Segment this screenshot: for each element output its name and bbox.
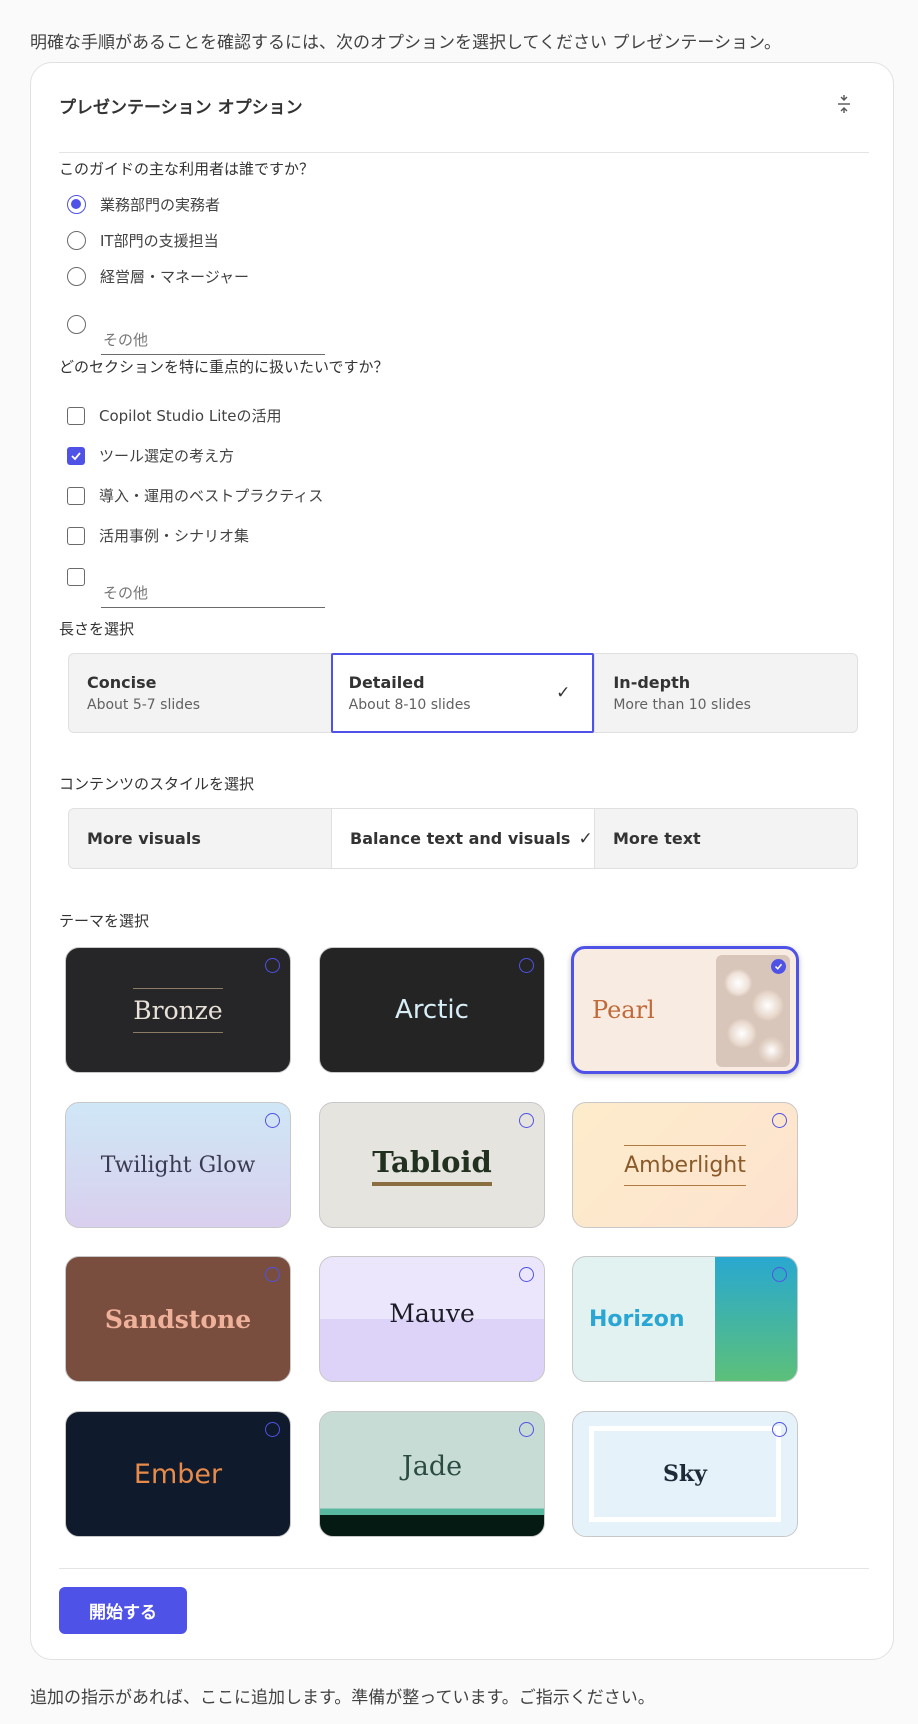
- option-label: ツール選定の考え方: [99, 447, 235, 465]
- checkbox[interactable]: [67, 568, 85, 586]
- theme-underline: [372, 1181, 492, 1186]
- style-option-balance[interactable]: Balance text and visuals ✓: [331, 809, 594, 868]
- checkbox[interactable]: [67, 406, 85, 425]
- length-option-label: In-depth: [613, 673, 691, 692]
- theme-radio[interactable]: [519, 1267, 534, 1282]
- checkbox[interactable]: [67, 526, 85, 545]
- theme-name: Horizon: [589, 1306, 685, 1332]
- theme-selected-icon[interactable]: [771, 959, 786, 974]
- radio-button[interactable]: [67, 267, 86, 286]
- section-option-1[interactable]: ツール選定の考え方: [67, 445, 234, 466]
- theme-card-pearl[interactable]: Pearl: [571, 946, 799, 1074]
- theme-card-tabloid[interactable]: Tabloid: [319, 1102, 545, 1228]
- checkbox[interactable]: [67, 486, 85, 505]
- theme-card-sandstone[interactable]: Sandstone: [65, 1256, 291, 1382]
- length-option-sub: More than 10 slides: [613, 697, 751, 713]
- length-option-in-depth[interactable]: In-depth More than 10 slides: [594, 654, 857, 732]
- theme-name: Jade: [401, 1450, 463, 1482]
- divider: [59, 152, 869, 153]
- option-label: 経営層・マネージャー: [100, 268, 249, 286]
- theme-card-jade[interactable]: Jade: [319, 1411, 545, 1537]
- option-label: 業務部門の実務者: [100, 196, 221, 214]
- section-option-0[interactable]: Copilot Studio Liteの活用: [67, 405, 282, 426]
- sections-question: どのセクションを特に重点的に扱いたいですか？: [59, 358, 389, 376]
- option-label: 活用事例・シナリオ集: [99, 527, 250, 545]
- theme-radio[interactable]: [772, 1422, 787, 1437]
- theme-card-arctic[interactable]: Arctic: [319, 947, 545, 1073]
- theme-radio[interactable]: [519, 958, 534, 973]
- audience-option-0[interactable]: 業務部門の実務者: [67, 194, 220, 215]
- theme-radio[interactable]: [519, 1113, 534, 1128]
- start-button[interactable]: 開始する: [59, 1587, 187, 1634]
- length-selector: Concise About 5-7 slides Detailed About …: [68, 653, 858, 733]
- card-title: プレゼンテーション オプション: [59, 98, 303, 118]
- theme-card-bronze[interactable]: Bronze: [65, 947, 291, 1073]
- theme-name: Twilight Glow: [100, 1152, 256, 1178]
- audience-other-input[interactable]: [101, 325, 325, 355]
- theme-name: Sandstone: [104, 1304, 252, 1334]
- section-option-3[interactable]: 活用事例・シナリオ集: [67, 525, 249, 546]
- length-option-detailed[interactable]: Detailed About 8-10 slides ✓: [330, 653, 595, 733]
- theme-radio[interactable]: [519, 1422, 534, 1437]
- style-option-label: Balance text and visuals: [350, 829, 571, 848]
- option-label: 導入・運用のベストプラクティス: [99, 487, 324, 505]
- theme-name: Pearl: [592, 996, 655, 1024]
- theme-card-sky[interactable]: Sky: [572, 1411, 798, 1537]
- theme-name: Amberlight: [624, 1152, 746, 1178]
- theme-card-ember[interactable]: Ember: [65, 1411, 291, 1537]
- option-label: Copilot Studio Liteの活用: [99, 407, 282, 425]
- section-option-2[interactable]: 導入・運用のベストプラクティス: [67, 485, 323, 506]
- theme-rule: [133, 987, 223, 989]
- theme-rule: [133, 1031, 223, 1033]
- theme-name: Bronze: [133, 995, 223, 1025]
- style-option-label: More text: [613, 829, 701, 848]
- audience-option-1[interactable]: IT部門の支援担当: [67, 230, 219, 251]
- style-label: コンテンツのスタイルを選択: [59, 775, 255, 793]
- theme-radio[interactable]: [772, 1267, 787, 1282]
- theme-card-amberlight[interactable]: Amberlight: [572, 1102, 798, 1228]
- style-option-more-visuals[interactable]: More visuals: [69, 809, 331, 868]
- theme-radio[interactable]: [265, 1422, 280, 1437]
- theme-name: Tabloid: [372, 1144, 492, 1179]
- theme-radio[interactable]: [265, 958, 280, 973]
- theme-radio[interactable]: [772, 1113, 787, 1128]
- theme-card-horizon[interactable]: Horizon: [572, 1256, 798, 1382]
- theme-card-mauve[interactable]: Mauve: [319, 1256, 545, 1382]
- radio-button[interactable]: [67, 231, 86, 250]
- checkbox[interactable]: [67, 446, 85, 465]
- check-icon: ✓: [556, 683, 571, 703]
- length-option-sub: About 5-7 slides: [87, 697, 201, 713]
- option-label: IT部門の支援担当: [100, 232, 219, 250]
- theme-name: Sky: [663, 1461, 707, 1487]
- radio-button[interactable]: [67, 315, 86, 334]
- radio-button[interactable]: [67, 195, 86, 214]
- length-option-concise[interactable]: Concise About 5-7 slides: [69, 654, 331, 732]
- theme-rule: [624, 1184, 746, 1186]
- theme-radio[interactable]: [265, 1113, 280, 1128]
- check-icon: ✓: [578, 828, 593, 849]
- footer-text: 追加の指示があれば、ここに追加します。準備が整っています。ご指示ください。: [30, 1688, 655, 1708]
- collapse-button[interactable]: [831, 91, 857, 117]
- presentation-options-card: プレゼンテーション オプション このガイドの主な利用者は誰ですか？ 業務部門の実…: [30, 62, 894, 1660]
- theme-radio[interactable]: [265, 1267, 280, 1282]
- divider: [59, 1568, 869, 1569]
- intro-text: 明確な手順があることを確認するには、次のオプションを選択してください プレゼンテ…: [30, 33, 782, 53]
- sections-other-input[interactable]: [101, 578, 325, 608]
- length-option-label: Concise: [87, 673, 157, 692]
- audience-question: このガイドの主な利用者は誰ですか？: [59, 160, 315, 178]
- theme-name: Mauve: [389, 1298, 475, 1328]
- audience-option-2[interactable]: 経営層・マネージャー: [67, 266, 249, 287]
- style-option-more-text[interactable]: More text: [594, 809, 857, 868]
- theme-rule: [624, 1144, 746, 1146]
- style-selector: More visuals Balance text and visuals ✓ …: [68, 808, 858, 869]
- length-label: 長さを選択: [59, 620, 135, 638]
- theme-name: Ember: [133, 1458, 223, 1490]
- theme-name: Arctic: [395, 995, 469, 1025]
- theme-label: テーマを選択: [59, 912, 150, 930]
- theme-card-twilight-glow[interactable]: Twilight Glow: [65, 1102, 291, 1228]
- style-option-label: More visuals: [87, 829, 201, 848]
- collapse-icon: [838, 95, 850, 113]
